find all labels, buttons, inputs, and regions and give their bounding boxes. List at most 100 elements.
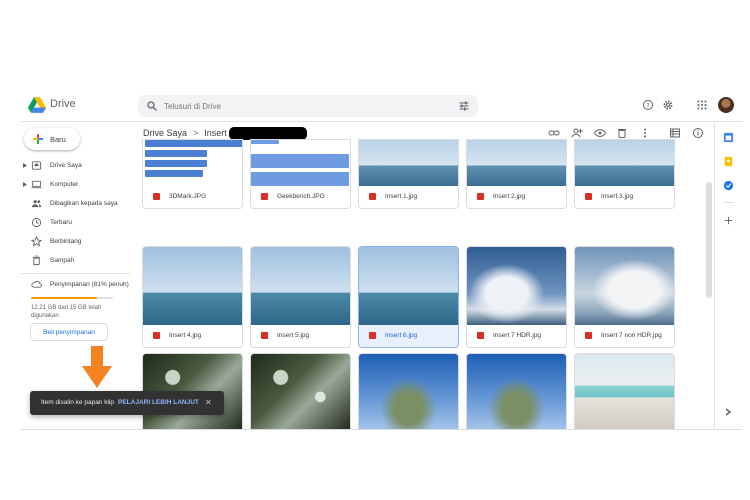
sidebar-item-label: Sampah	[50, 257, 75, 264]
file-tile[interactable]: Insert 3.jpg	[574, 139, 675, 209]
drive-logo-icon[interactable]	[28, 97, 46, 113]
clock-icon	[31, 217, 42, 228]
calendar-icon[interactable]	[723, 132, 734, 143]
add-addon-icon[interactable]	[723, 215, 734, 226]
star-icon	[31, 236, 42, 247]
file-name: Insert 3.jpg	[601, 193, 634, 200]
svg-text:?: ?	[646, 102, 649, 109]
list-view-icon[interactable]	[669, 127, 681, 139]
image-file-icon	[153, 193, 160, 200]
file-name: Insert 5.jpg	[277, 332, 310, 339]
share-person-icon[interactable]	[571, 127, 583, 139]
file-thumbnail	[251, 247, 350, 325]
file-tile[interactable]: 3DMark.JPG	[142, 139, 243, 209]
expand-arrow-icon[interactable]	[23, 163, 27, 168]
thumbnail-bar	[251, 140, 279, 144]
image-file-icon	[369, 332, 376, 339]
keep-icon[interactable]	[723, 156, 734, 167]
breadcrumb-current[interactable]: Insert	[204, 128, 227, 138]
sidebar-item-computers[interactable]: Komputer	[20, 175, 130, 194]
toast-message: Item disalin ke papan klip	[41, 399, 114, 406]
file-tile[interactable]: Insert 7 non HDR.jpg	[574, 246, 675, 348]
file-thumbnail	[143, 247, 242, 325]
storage-used-text: 12,21 GB dari 15 GB telah digunakan	[31, 305, 102, 319]
arrow-down-icon	[82, 346, 112, 388]
image-file-icon	[477, 332, 484, 339]
sidebar-item-label: Drive Saya	[50, 162, 82, 169]
trash-icon	[32, 255, 41, 266]
file-thumbnail	[359, 247, 458, 325]
new-button-label: Baru	[50, 134, 66, 144]
file-tile[interactable]: Insert 10.jpg	[574, 353, 675, 429]
file-tile[interactable]: Geekbench.JPG	[250, 139, 351, 209]
file-tile[interactable]: Insert 9 HDR.jpg	[358, 353, 459, 429]
file-thumbnail	[575, 247, 674, 325]
file-tile[interactable]: Insert 8 non HDR.jpg	[250, 353, 351, 429]
tasks-icon[interactable]	[723, 180, 734, 191]
info-icon[interactable]	[692, 127, 704, 139]
search-icon[interactable]	[146, 100, 158, 112]
file-name: 3DMark.JPG	[169, 193, 207, 200]
sidebar-item-my-drive[interactable]: Drive Saya	[20, 156, 130, 175]
computer-icon	[31, 180, 42, 189]
file-caption: Insert 3.jpg	[575, 186, 674, 208]
more-vert-icon[interactable]	[639, 127, 651, 139]
sidebar-item-starred[interactable]: Berbintang	[20, 232, 130, 251]
image-file-icon	[261, 332, 268, 339]
thumbnail-bar	[251, 172, 349, 186]
file-tile[interactable]: Insert 9 non HDR.jpg	[466, 353, 567, 429]
search-bar[interactable]	[138, 95, 478, 117]
search-options-icon[interactable]	[458, 100, 470, 112]
scrollbar-thumb[interactable]	[706, 182, 712, 298]
file-thumbnail	[467, 247, 566, 325]
file-thumbnail	[251, 354, 350, 429]
drive-icon	[31, 161, 42, 170]
preview-eye-icon[interactable]	[594, 127, 606, 139]
file-caption: Insert 4.jpg	[143, 325, 242, 347]
file-tile[interactable]: Insert 7 HDR.jpg	[466, 246, 567, 348]
file-caption: Insert 5.jpg	[251, 325, 350, 347]
sidebar-item-label: Komputer	[50, 181, 79, 188]
file-tile[interactable]: Insert 6.jpg	[358, 246, 459, 348]
chevron-right-icon[interactable]	[724, 408, 732, 416]
file-name: Insert 7 HDR.jpg	[493, 332, 542, 339]
sidebar-item-shared[interactable]: Dibagikan kepada saya	[20, 194, 130, 213]
brand-name[interactable]: Drive	[50, 98, 76, 110]
file-tile[interactable]: Insert 4.jpg	[142, 246, 243, 348]
drive-window: Drive ? Baru Drive Saya Komputer Dibagik…	[20, 90, 742, 430]
image-file-icon	[261, 193, 268, 200]
file-thumbnail	[575, 140, 674, 186]
file-name: Geekbench.JPG	[277, 193, 325, 200]
storage-label: Penyimpanan (81% penuh)	[50, 281, 129, 288]
breadcrumb-root[interactable]: Drive Saya	[143, 128, 187, 138]
sidebar-item-trash[interactable]: Sampah	[20, 251, 130, 270]
toast-learn-more-link[interactable]: PELAJARI LEBIH LANJUT	[118, 399, 199, 406]
file-tile[interactable]: Insert 5.jpg	[250, 246, 351, 348]
link-icon[interactable]	[548, 127, 560, 139]
account-avatar[interactable]	[718, 97, 734, 113]
sidebar-item-label: Dibagikan kepada saya	[50, 200, 118, 207]
file-tile[interactable]: Insert 2.jpg	[466, 139, 567, 209]
image-file-icon	[585, 193, 592, 200]
settings-gear-icon[interactable]	[662, 99, 674, 111]
file-thumbnail	[575, 354, 674, 429]
close-icon[interactable]: ✕	[205, 398, 212, 407]
apps-grid-icon[interactable]	[696, 99, 708, 111]
cloud-icon	[31, 280, 42, 288]
delete-trash-icon[interactable]	[616, 127, 628, 139]
thumbnail-bar	[145, 140, 242, 147]
plus-icon	[33, 134, 43, 144]
file-name: Insert 6.jpg	[385, 332, 418, 339]
storage-bar-fill	[31, 297, 98, 299]
file-caption: Insert 6.jpg	[359, 325, 458, 347]
sidebar-item-recent[interactable]: Terbaru	[20, 213, 130, 232]
file-thumbnail	[143, 140, 242, 186]
file-thumbnail	[359, 354, 458, 429]
file-thumbnail	[251, 140, 350, 186]
file-tile[interactable]: Insert 1.jpg	[358, 139, 459, 209]
new-button[interactable]: Baru	[24, 128, 80, 150]
expand-arrow-icon[interactable]	[23, 182, 27, 187]
buy-storage-button[interactable]: Beli penyimpanan	[30, 323, 108, 341]
help-icon[interactable]: ?	[642, 99, 654, 111]
search-input[interactable]	[164, 98, 444, 114]
